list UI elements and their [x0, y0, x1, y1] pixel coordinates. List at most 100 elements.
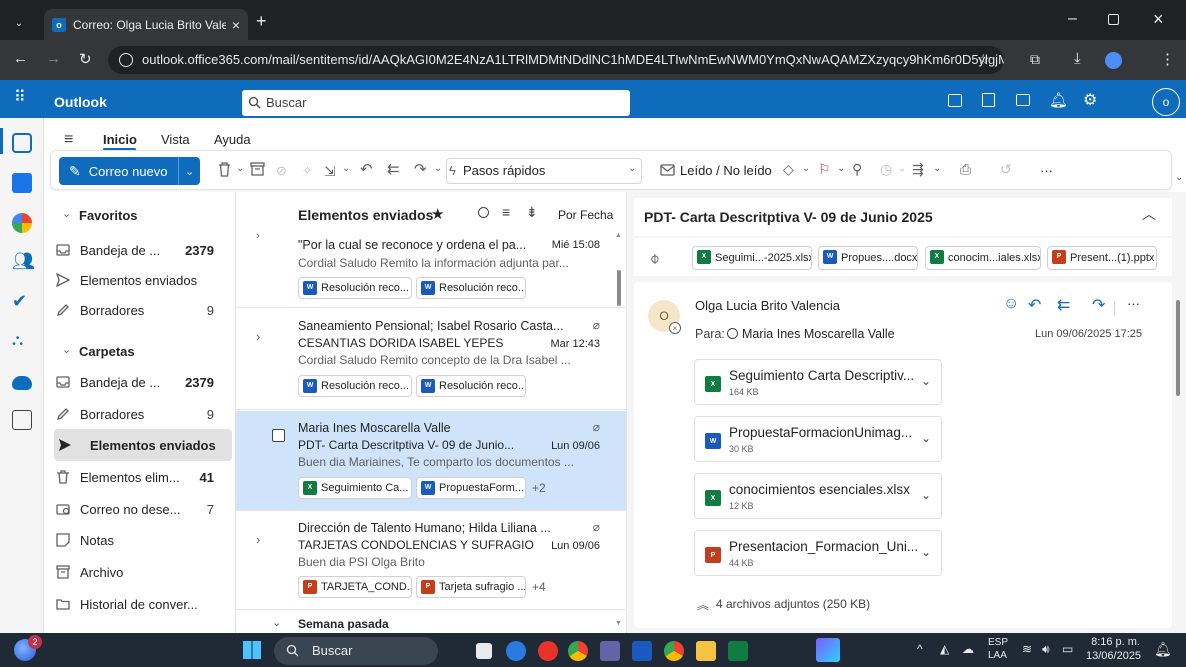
print-icon[interactable]: ⎙ [960, 161, 971, 178]
attachment-chip[interactable]: Xconocim...iales.xlsx [925, 246, 1041, 270]
favorites-chevron-icon[interactable]: ⌄ [62, 207, 71, 220]
attachment-chip[interactable]: W Resolución reco... [416, 277, 526, 299]
folder-deleted[interactable]: Elementos elim... 41 [44, 461, 234, 493]
attachment-chip[interactable]: W Resolución reco... [298, 277, 412, 299]
attachment-chip[interactable]: P Present...(1).pptx [1047, 246, 1157, 270]
download-icon[interactable]: ⤓ [1074, 50, 1081, 67]
tag-icon[interactable]: ◇ [783, 161, 794, 178]
attachment-card[interactable]: W PropuestaFormacionUnimag... 30 KB ⌄ [694, 416, 942, 462]
org-explorer-icon[interactable]: ⛬ [12, 331, 32, 351]
attachment-card[interactable]: X conocimientos esenciales.xlsx 12 KB ⌄ [694, 473, 942, 519]
delete-dropdown-icon[interactable]: ⌄ [236, 163, 244, 174]
collapse-attachments-icon[interactable]: ︽ [697, 596, 709, 613]
more-apps-icon[interactable] [12, 410, 32, 430]
attachment-menu-chevron-icon[interactable]: ⌄ [921, 431, 931, 445]
tab-search-icon[interactable]: ⌄ [8, 12, 30, 34]
browser-menu-icon[interactable]: ⋮ [1160, 50, 1175, 68]
reaction-smiley-icon[interactable]: ☺ [1003, 295, 1019, 313]
forward-dropdown-icon[interactable]: ⌄ [434, 163, 442, 174]
chrome-taskbar-icon[interactable] [568, 641, 588, 661]
attachment-menu-chevron-icon[interactable]: ⌄ [921, 488, 931, 502]
new-mail-dropdown-icon[interactable]: ⌄ [185, 165, 194, 178]
attachment-chip[interactable]: W Propues....docx [818, 246, 918, 270]
window-close-icon[interactable]: × [1153, 9, 1164, 30]
favorite-drafts[interactable]: Borradores 9 [44, 294, 234, 326]
teams-taskbar-icon[interactable] [600, 641, 620, 661]
folders-chevron-icon[interactable]: ⌄ [62, 343, 71, 356]
restore-icon[interactable] [1108, 14, 1119, 25]
vscode-taskbar-icon[interactable] [506, 641, 526, 661]
list-item[interactable]: › Dirección de Talento Humano; Hilda Lil… [236, 512, 626, 610]
sweep-icon[interactable]: ✧ [302, 163, 313, 179]
ribbon-expand-icon[interactable]: ⌄ [1175, 172, 1183, 183]
snooze-clock-icon[interactable]: ◷ [880, 161, 892, 178]
opera-taskbar-icon[interactable] [538, 641, 558, 661]
sort-icon[interactable]: ⇟ [526, 204, 538, 221]
folder-conversation-history[interactable]: Historial de conver... [44, 588, 234, 620]
reply-icon[interactable]: ↶ [360, 160, 373, 178]
sender-name[interactable]: Olga Lucia Brito Valencia [695, 298, 840, 313]
list-scrollbar-thumb[interactable] [617, 270, 621, 306]
report-icon[interactable]: ⊘ [276, 163, 287, 179]
folders-header[interactable]: Carpetas [79, 344, 135, 359]
favorite-sent[interactable]: Elementos enviados [44, 264, 234, 296]
list-item-selected[interactable]: Maria Ines Moscarella Valle ⌀ PDT- Carta… [236, 411, 626, 511]
mail-icon[interactable] [12, 133, 32, 153]
attachment-card[interactable]: X Seguimiento Carta Descriptiv... 164 KB… [694, 359, 942, 405]
recipient-name[interactable]: Maria Ines Moscarella Valle [742, 327, 895, 341]
app-launcher-icon[interactable]: ⠿ [14, 90, 26, 106]
reply-all-icon[interactable]: ⇇ [387, 160, 400, 178]
tag-dropdown-icon[interactable]: ⌄ [802, 163, 810, 174]
attachment-chip[interactable]: W PropuestaForm... [416, 477, 526, 499]
folder-drafts[interactable]: Borradores 9 [44, 398, 234, 430]
attachment-chip[interactable]: X Seguimiento Ca... [298, 477, 412, 499]
sort-label[interactable]: Por Fecha [558, 208, 613, 222]
flag-icon[interactable]: ⚐ [818, 161, 831, 178]
select-checkbox[interactable] [272, 429, 285, 442]
reading-scrollbar-thumb[interactable] [1176, 300, 1180, 396]
expand-chevron-icon[interactable]: › [256, 230, 260, 242]
list-scroll-down-icon[interactable]: ▼ [615, 620, 622, 627]
attachment-chip[interactable]: X Seguimi...-2025.xlsx [692, 246, 812, 270]
attachment-card[interactable]: P Presentacion_Formacion_Uni... 44 KB ⌄ [694, 530, 942, 576]
read-unread-button[interactable]: Leído / No leído [680, 163, 772, 178]
calendar-icon[interactable] [12, 173, 32, 193]
notification-center-icon[interactable]: 🔔︎ [1154, 641, 1172, 658]
tab-ayuda[interactable]: Ayuda [214, 132, 251, 147]
reload-icon[interactable]: ↻ [79, 50, 92, 68]
list-item[interactable]: › Saneamiento Pensional; Isabel Rosario … [236, 309, 626, 410]
forward-icon[interactable]: → [46, 50, 61, 67]
undo-icon[interactable]: ↺ [1000, 161, 1012, 178]
site-info-icon[interactable] [119, 53, 133, 67]
task-view-icon[interactable] [476, 643, 492, 659]
group-header[interactable]: Semana pasada [298, 617, 389, 631]
quick-steps-dropdown-icon[interactable]: ⌄ [628, 163, 636, 174]
profile-avatar[interactable] [1105, 52, 1122, 69]
volume-icon[interactable]: 🔊︎ [1042, 642, 1050, 657]
back-icon[interactable]: ← [13, 50, 28, 67]
expand-chevron-icon[interactable]: › [256, 329, 260, 344]
chrome-profile-taskbar-icon[interactable] [664, 641, 684, 661]
excel-taskbar-icon[interactable] [728, 641, 748, 661]
attachment-chip[interactable]: W Resolución reco... [298, 375, 412, 397]
tray-cloud-icon[interactable]: ☁ [962, 642, 974, 656]
minimize-icon[interactable]: – [1068, 10, 1077, 28]
flag-dropdown-icon[interactable]: ⌄ [837, 163, 845, 174]
clock-time[interactable]: 8:16 p. m. [1090, 636, 1140, 648]
tab-vista[interactable]: Vista [161, 132, 190, 147]
teams-chat-icon[interactable] [948, 94, 962, 107]
new-mail-button[interactable]: ✎ Correo nuevo ⌄ [59, 157, 200, 185]
feedback-icon[interactable] [1016, 94, 1030, 106]
photos-taskbar-icon[interactable] [816, 638, 840, 662]
folder-inbox[interactable]: Bandeja de ... 2379 [44, 366, 234, 398]
onedrive-icon[interactable] [12, 376, 32, 390]
favorite-star-icon[interactable]: ★ [431, 205, 444, 223]
list-item[interactable]: › "Por la cual se reconoce y ordena el p… [236, 230, 626, 308]
browser-tab[interactable]: o Correo: Olga Lucia Brito Valenc × [44, 9, 248, 40]
word-taskbar-icon[interactable] [632, 641, 652, 661]
snooze-dropdown-icon[interactable]: ⌄ [898, 163, 906, 174]
attachment-chip[interactable]: P TARJETA_COND... [298, 576, 412, 598]
delete-icon[interactable] [218, 162, 231, 177]
filter-icon[interactable]: ≡ [502, 204, 510, 220]
folder-junk[interactable]: Correo no dese... 7 [44, 493, 234, 525]
